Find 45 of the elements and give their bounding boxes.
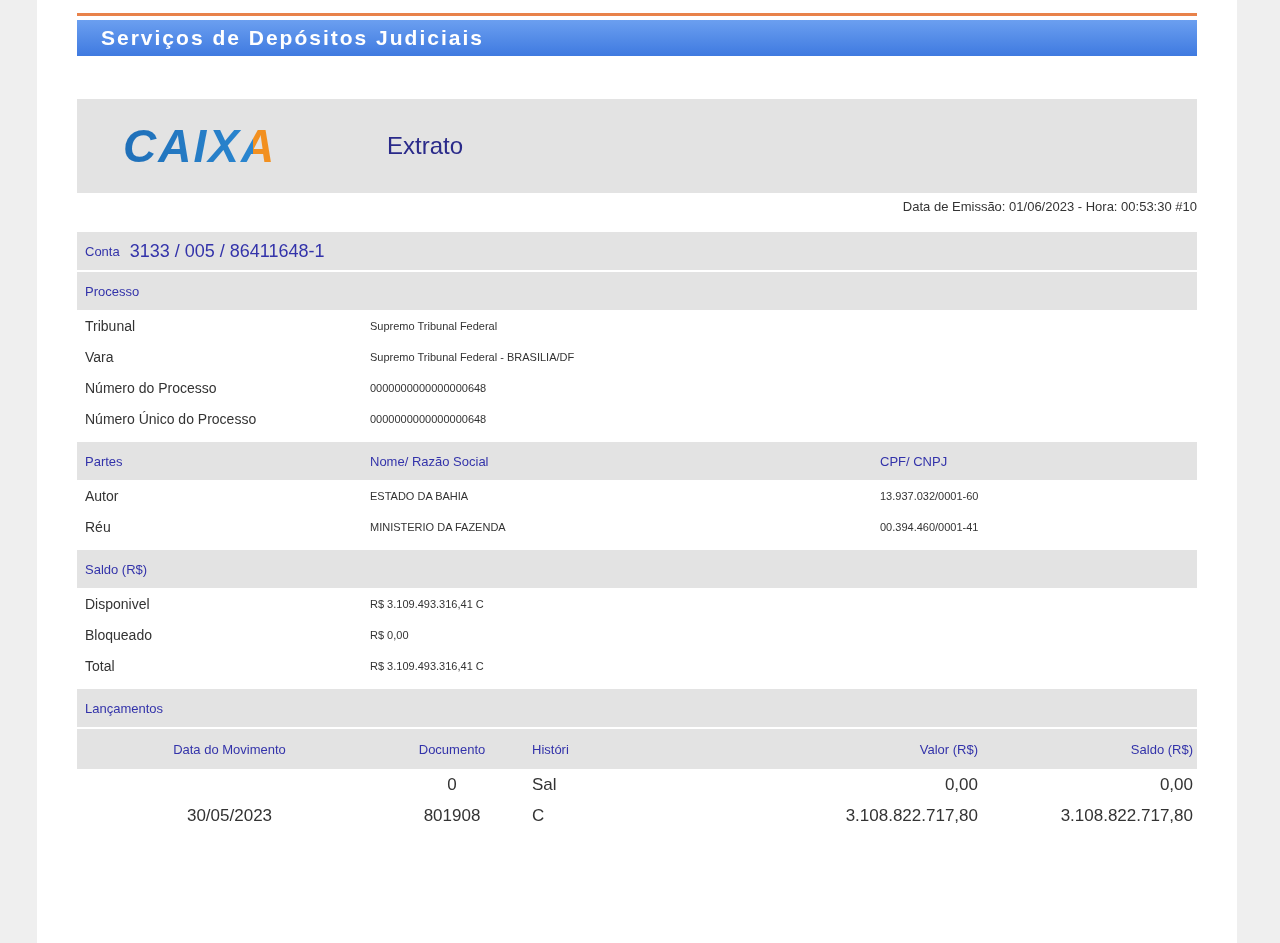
field-label: Número do Processo: [85, 379, 218, 396]
table-cell-text: C: [531, 805, 546, 826]
section-title: Lançamentos: [85, 700, 165, 716]
field-label: Bloqueado: [85, 626, 153, 643]
field-value: R$ 3.109.493.316,41 C: [370, 659, 485, 672]
table-cell-text: 3.108.822.717,80: [844, 805, 979, 826]
field-label: Réu: [85, 518, 112, 535]
column-header: Data do Movimento: [172, 741, 287, 757]
field-value: Supremo Tribunal Federal: [370, 319, 499, 332]
banner-title: Serviços de Depósitos Judiciais: [77, 20, 1197, 56]
field-value: R$ 0,00: [370, 628, 410, 641]
table-cell-text: 0: [446, 774, 458, 795]
table-cell-text: 0,00: [1158, 774, 1194, 795]
field-label: Tribunal: [85, 317, 137, 334]
field-value: R$ 3.109.493.316,41 C: [370, 597, 485, 610]
table-cell-text: Sal: [531, 774, 558, 795]
field-value: ESTADO DA BAHIA: [370, 489, 470, 502]
field-value: MINISTERIO DA FAZENDA: [370, 520, 507, 533]
column-header: Saldo (R$): [1129, 741, 1194, 757]
table-cell-text: 801908: [422, 805, 482, 826]
section-title: Partes: [85, 453, 124, 469]
field-label: Número Único do Processo: [85, 410, 258, 427]
field-value: 13.937.032/0001-60: [880, 489, 980, 502]
account-label: Conta: [85, 243, 120, 259]
field-value: Supremo Tribunal Federal - BRASILIA/DF: [370, 350, 576, 363]
field-label: Autor: [85, 487, 120, 504]
emission-date: Data de Emissão: 01/06/2023 - Hora: 00:53:30 #10: [902, 199, 1197, 214]
table-cell-text: 30/05/2023: [185, 805, 274, 826]
column-header: Documento: [417, 741, 487, 757]
field-label: Total: [85, 657, 116, 674]
column-header: CPF/ CNPJ: [880, 453, 949, 469]
field-value: 0000000000000000648: [370, 412, 488, 425]
table-cell-text: 3.108.822.717,80: [1059, 805, 1194, 826]
field-label: Disponivel: [85, 595, 151, 612]
page-title: Extrato: [387, 132, 464, 160]
section-title: Processo: [85, 283, 141, 299]
field-label: Vara: [85, 348, 115, 365]
column-header: Nome/ Razão Social: [370, 453, 490, 469]
column-header: Históri: [531, 741, 570, 757]
section-title: Saldo (R$): [85, 561, 149, 577]
field-value: 0000000000000000648: [370, 381, 488, 394]
column-header: Valor (R$): [918, 741, 979, 757]
account-number: 3133 / 005 / 86411648-1: [129, 240, 325, 262]
field-value: 00.394.460/0001-41: [880, 520, 980, 533]
table-cell-text: 0,00: [943, 774, 979, 795]
